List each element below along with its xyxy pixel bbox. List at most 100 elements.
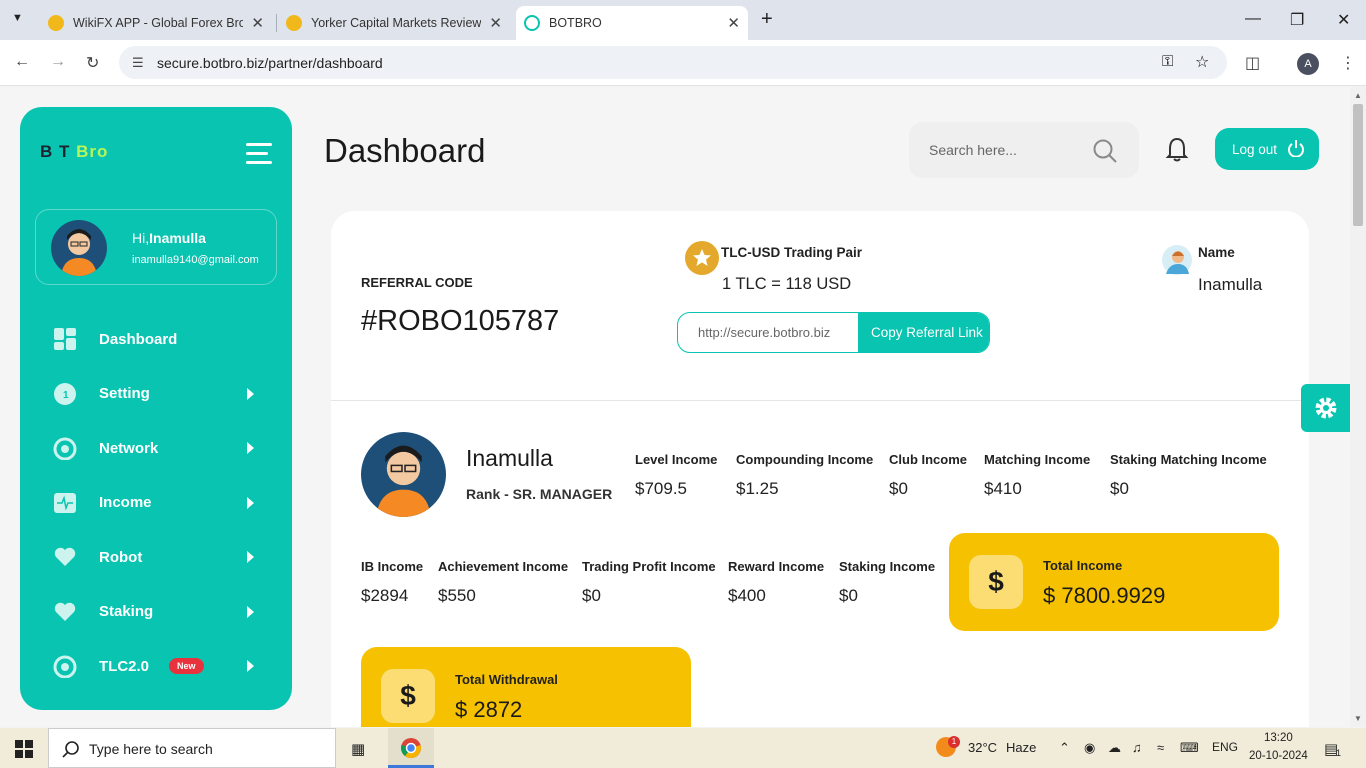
- tab-separator: [276, 14, 277, 32]
- meet-now-icon[interactable]: ◉: [1084, 740, 1095, 756]
- income-label: Level Income: [635, 452, 718, 467]
- close-tab-icon[interactable]: ✕: [489, 14, 502, 32]
- ib-income: IB Income $2894: [361, 559, 423, 606]
- income-value: $2894: [361, 586, 409, 605]
- logout-button[interactable]: Log out: [1215, 128, 1319, 170]
- total-withdrawal-label: Total Withdrawal: [455, 672, 558, 687]
- weather-temp[interactable]: 32°C: [968, 740, 997, 755]
- settings-gear-button[interactable]: [1301, 384, 1350, 432]
- sidebar-item-setting[interactable]: 1 Setting: [20, 367, 292, 422]
- menu-kebab-icon[interactable]: ⋮: [1340, 53, 1356, 73]
- dollar-icon: $: [969, 555, 1023, 609]
- sidebar-item-tlc2[interactable]: TLC2.0 New: [20, 639, 292, 694]
- chevron-right-icon: [247, 660, 254, 673]
- language-indicator[interactable]: ENG: [1212, 740, 1238, 754]
- sidebar-item-income[interactable]: Income: [20, 476, 292, 531]
- sidebar-item-label: Staking: [99, 603, 154, 621]
- sidebar-item-robot[interactable]: Robot: [20, 530, 292, 585]
- sidebar-item-label: Income: [99, 494, 152, 512]
- avatar: [51, 220, 107, 276]
- income-value: $550: [438, 586, 476, 605]
- search-input[interactable]: Search here...: [929, 142, 1017, 158]
- new-badge: New: [169, 658, 204, 675]
- restore-icon[interactable]: ❐: [1290, 10, 1304, 30]
- onedrive-icon[interactable]: ☁: [1108, 740, 1121, 756]
- botbro-logo[interactable]: B T Bro: [40, 142, 108, 162]
- close-tab-icon[interactable]: ✕: [251, 14, 264, 32]
- trading-profit-income: Trading Profit Income $0: [582, 559, 716, 606]
- heart-icon: [53, 600, 77, 624]
- scroll-down-icon[interactable]: ▼: [1354, 714, 1362, 723]
- achievement-income: Achievement Income $550: [438, 559, 568, 606]
- page-scrollbar[interactable]: ▲ ▼: [1350, 87, 1366, 727]
- windows-start-icon[interactable]: [15, 740, 33, 758]
- star-icon: [685, 241, 719, 275]
- url-text: secure.botbro.biz/partner/dashboard: [157, 55, 383, 71]
- forward-icon[interactable]: →: [50, 53, 66, 71]
- scroll-up-icon[interactable]: ▲: [1354, 91, 1362, 100]
- sidebar-item-label: Robot: [99, 548, 143, 566]
- sidebar-item-dashboard[interactable]: Dashboard: [20, 312, 292, 367]
- section-divider: [331, 400, 1309, 401]
- name-value: Inamulla: [1198, 275, 1263, 294]
- income-value: $709.5: [635, 479, 687, 498]
- scrollbar-thumb[interactable]: [1353, 104, 1363, 226]
- profile-avatar[interactable]: A: [1297, 53, 1319, 75]
- chrome-taskbar-app[interactable]: [388, 728, 434, 768]
- staking-matching-income: Staking Matching Income $0: [1110, 452, 1267, 499]
- wifi-icon[interactable]: ≈: [1157, 740, 1164, 755]
- close-tab-icon[interactable]: ✕: [727, 14, 740, 32]
- site-info-icon[interactable]: ☰: [132, 55, 144, 71]
- setting-icon: 1: [53, 382, 77, 406]
- chevron-right-icon: [247, 605, 254, 618]
- income-label: Achievement Income: [438, 559, 569, 574]
- wikifx-favicon: [48, 15, 64, 31]
- sidebar-item-staking[interactable]: Staking: [20, 585, 292, 640]
- key-icon[interactable]: ⚿: [1162, 53, 1173, 70]
- extensions-icon[interactable]: ◫: [1245, 53, 1260, 73]
- tab-botbro[interactable]: BOTBRO ✕: [516, 6, 748, 40]
- copy-referral-link-button[interactable]: Copy Referral Link: [858, 313, 989, 352]
- greeting-user: Inamulla: [149, 230, 206, 246]
- keyboard-icon[interactable]: ⌨: [1180, 740, 1199, 756]
- matching-income: Matching Income $410: [984, 452, 1090, 499]
- total-income-value: $ 7800.9929: [1043, 583, 1166, 608]
- chevron-right-icon: [247, 442, 254, 455]
- new-tab-icon[interactable]: +: [761, 8, 773, 31]
- sidebar: B T Bro Hi,Inamulla inamulla9140@gmail.c…: [20, 107, 292, 710]
- clock-date[interactable]: 20-10-2024: [1249, 750, 1308, 762]
- total-withdrawal-value: $ 2872: [455, 697, 523, 722]
- notification-bell-icon[interactable]: [1165, 137, 1189, 163]
- sidebar-item-network[interactable]: Network: [20, 421, 292, 476]
- sidebar-item-label: TLC2.0: [99, 657, 150, 675]
- tab-search-icon[interactable]: ▼: [12, 12, 23, 24]
- reload-icon[interactable]: ↻: [86, 53, 99, 73]
- income-value: $400: [728, 586, 766, 605]
- page-title: Dashboard: [324, 132, 486, 169]
- search-icon[interactable]: [1092, 138, 1118, 164]
- chevron-up-icon[interactable]: ⌃: [1059, 740, 1070, 756]
- task-view-icon[interactable]: ▦: [351, 740, 365, 758]
- clock-time[interactable]: 13:20: [1264, 732, 1293, 744]
- referral-link-field[interactable]: http://secure.botbro.biz: [698, 325, 830, 340]
- sidebar-item-label: Setting: [99, 385, 150, 403]
- tab-wikifx[interactable]: WikiFX APP - Global Forex Brok ✕: [40, 6, 272, 40]
- chevron-right-icon: [247, 496, 254, 509]
- bookmark-star-icon[interactable]: ☆: [1195, 52, 1209, 72]
- close-window-icon[interactable]: ✕: [1337, 10, 1350, 30]
- income-value: $0: [839, 586, 858, 605]
- minimize-icon[interactable]: —: [1245, 10, 1261, 28]
- income-label: Matching Income: [984, 452, 1091, 467]
- sidebar-profile: Hi,Inamulla inamulla9140@gmail.com: [35, 209, 277, 285]
- back-icon[interactable]: ←: [14, 53, 30, 71]
- income-value: $0: [1110, 479, 1129, 498]
- sidebar-item-label: Dashboard: [99, 330, 178, 348]
- speaker-icon[interactable]: ♫: [1132, 740, 1142, 755]
- url-field[interactable]: ☰ secure.botbro.biz/partner/dashboard ⚿ …: [119, 46, 1227, 79]
- windows-taskbar: Type here to search ▦ 1 32°C Haze ⌃ ◉ ☁ …: [0, 728, 1366, 768]
- weather-condition[interactable]: Haze: [1006, 740, 1036, 755]
- tab-yorker[interactable]: Yorker Capital Markets Review, I ✕: [278, 6, 510, 40]
- search-box[interactable]: Search here...: [909, 122, 1139, 178]
- hamburger-menu-icon[interactable]: [246, 143, 272, 170]
- taskbar-search-box[interactable]: Type here to search: [48, 728, 336, 768]
